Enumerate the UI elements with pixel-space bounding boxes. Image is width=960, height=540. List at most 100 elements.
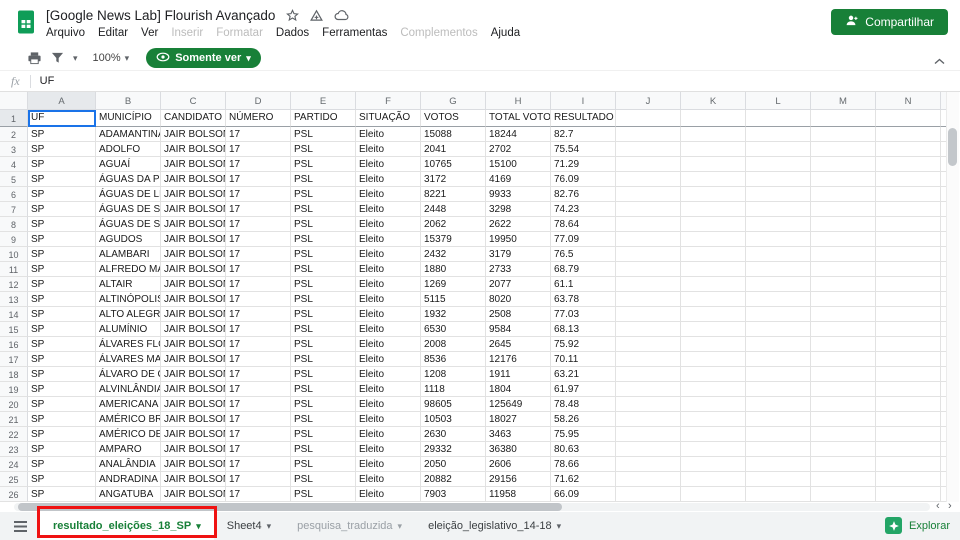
cell-C16[interactable]: JAIR BOLSONARO	[161, 337, 226, 352]
cell-G22[interactable]: 2630	[421, 427, 486, 442]
cell-E5[interactable]: PSL	[291, 172, 356, 187]
cell-C3[interactable]: JAIR BOLSONARO	[161, 142, 226, 157]
cell-I9[interactable]: 77.09	[551, 232, 616, 247]
document-title[interactable]: [Google News Lab] Flourish Avançado	[46, 8, 275, 23]
cell-M18[interactable]	[811, 367, 876, 382]
cell-N17[interactable]	[876, 352, 941, 367]
cell-I26[interactable]: 66.09	[551, 487, 616, 502]
cell-J16[interactable]	[616, 337, 681, 352]
cell-M24[interactable]	[811, 457, 876, 472]
cell-H6[interactable]: 9933	[486, 187, 551, 202]
cell-N23[interactable]	[876, 442, 941, 457]
cell-F10[interactable]: Eleito	[356, 247, 421, 262]
cell-B9[interactable]: AGUDOS	[96, 232, 161, 247]
cell-M25[interactable]	[811, 472, 876, 487]
cell-N18[interactable]	[876, 367, 941, 382]
cell-K8[interactable]	[681, 217, 746, 232]
cell-M20[interactable]	[811, 397, 876, 412]
cell-I6[interactable]: 82.76	[551, 187, 616, 202]
cell-G21[interactable]: 10503	[421, 412, 486, 427]
cell-J22[interactable]	[616, 427, 681, 442]
cell-E24[interactable]: PSL	[291, 457, 356, 472]
scroll-right-icon[interactable]: ›	[948, 500, 952, 512]
cell-L3[interactable]	[746, 142, 811, 157]
cell-K17[interactable]	[681, 352, 746, 367]
cell-E15[interactable]: PSL	[291, 322, 356, 337]
cell-K16[interactable]	[681, 337, 746, 352]
cell-D21[interactable]: 17	[226, 412, 291, 427]
cell-H26[interactable]: 11958	[486, 487, 551, 502]
cell-C9[interactable]: JAIR BOLSONARO	[161, 232, 226, 247]
cell-A25[interactable]: SP	[28, 472, 96, 487]
cell-I2[interactable]: 82.7	[551, 127, 616, 142]
cell-C11[interactable]: JAIR BOLSONARO	[161, 262, 226, 277]
cell-N12[interactable]	[876, 277, 941, 292]
cell-G10[interactable]: 2432	[421, 247, 486, 262]
scroll-left-icon[interactable]: ‹	[936, 500, 940, 512]
cell-N7[interactable]	[876, 202, 941, 217]
cell-D3[interactable]: 17	[226, 142, 291, 157]
cell-L15[interactable]	[746, 322, 811, 337]
cell-C15[interactable]: JAIR BOLSONARO	[161, 322, 226, 337]
cell-N1[interactable]	[876, 110, 941, 127]
cell-B24[interactable]: ANALÂNDIA	[96, 457, 161, 472]
cell-L16[interactable]	[746, 337, 811, 352]
cell-A15[interactable]: SP	[28, 322, 96, 337]
column-header-b[interactable]: B	[96, 92, 161, 110]
cell-A17[interactable]: SP	[28, 352, 96, 367]
cell-G24[interactable]: 2050	[421, 457, 486, 472]
cell-L11[interactable]	[746, 262, 811, 277]
row-header-11[interactable]: 11	[0, 262, 28, 277]
cell-D13[interactable]: 17	[226, 292, 291, 307]
row-header-25[interactable]: 25	[0, 472, 28, 487]
cell-C13[interactable]: JAIR BOLSONARO	[161, 292, 226, 307]
column-header-l[interactable]: L	[746, 92, 811, 110]
cell-A20[interactable]: SP	[28, 397, 96, 412]
cell-M19[interactable]	[811, 382, 876, 397]
cell-B4[interactable]: AGUAÍ	[96, 157, 161, 172]
cell-M13[interactable]	[811, 292, 876, 307]
cell-F5[interactable]: Eleito	[356, 172, 421, 187]
cell-C21[interactable]: JAIR BOLSONARO	[161, 412, 226, 427]
row-header-17[interactable]: 17	[0, 352, 28, 367]
cell-A10[interactable]: SP	[28, 247, 96, 262]
cell-E1[interactable]: PARTIDO	[291, 110, 356, 127]
cell-G17[interactable]: 8536	[421, 352, 486, 367]
cell-F23[interactable]: Eleito	[356, 442, 421, 457]
filter-icon[interactable]	[51, 52, 64, 64]
cell-N6[interactable]	[876, 187, 941, 202]
cell-D4[interactable]: 17	[226, 157, 291, 172]
cell-A24[interactable]: SP	[28, 457, 96, 472]
cell-D24[interactable]: 17	[226, 457, 291, 472]
column-header-a[interactable]: A	[28, 92, 96, 110]
cell-E22[interactable]: PSL	[291, 427, 356, 442]
cell-J5[interactable]	[616, 172, 681, 187]
cell-F4[interactable]: Eleito	[356, 157, 421, 172]
cell-A4[interactable]: SP	[28, 157, 96, 172]
cell-J8[interactable]	[616, 217, 681, 232]
cell-C2[interactable]: JAIR BOLSONARO	[161, 127, 226, 142]
cell-K15[interactable]	[681, 322, 746, 337]
cell-K6[interactable]	[681, 187, 746, 202]
cell-B13[interactable]: ALTINÓPOLIS	[96, 292, 161, 307]
cell-K13[interactable]	[681, 292, 746, 307]
cell-G3[interactable]: 2041	[421, 142, 486, 157]
cell-H16[interactable]: 2645	[486, 337, 551, 352]
cell-L20[interactable]	[746, 397, 811, 412]
cell-C8[interactable]: JAIR BOLSONARO	[161, 217, 226, 232]
cell-L23[interactable]	[746, 442, 811, 457]
cell-I23[interactable]: 80.63	[551, 442, 616, 457]
cell-D15[interactable]: 17	[226, 322, 291, 337]
cell-J23[interactable]	[616, 442, 681, 457]
cell-B26[interactable]: ANGATUBA	[96, 487, 161, 502]
row-header-20[interactable]: 20	[0, 397, 28, 412]
cell-M1[interactable]	[811, 110, 876, 127]
cell-J18[interactable]	[616, 367, 681, 382]
cell-M9[interactable]	[811, 232, 876, 247]
cell-F6[interactable]: Eleito	[356, 187, 421, 202]
row-header-14[interactable]: 14	[0, 307, 28, 322]
column-header-h[interactable]: H	[486, 92, 551, 110]
cell-L19[interactable]	[746, 382, 811, 397]
cell-B21[interactable]: AMÉRICO BRASILIENSE	[96, 412, 161, 427]
cell-I18[interactable]: 63.21	[551, 367, 616, 382]
